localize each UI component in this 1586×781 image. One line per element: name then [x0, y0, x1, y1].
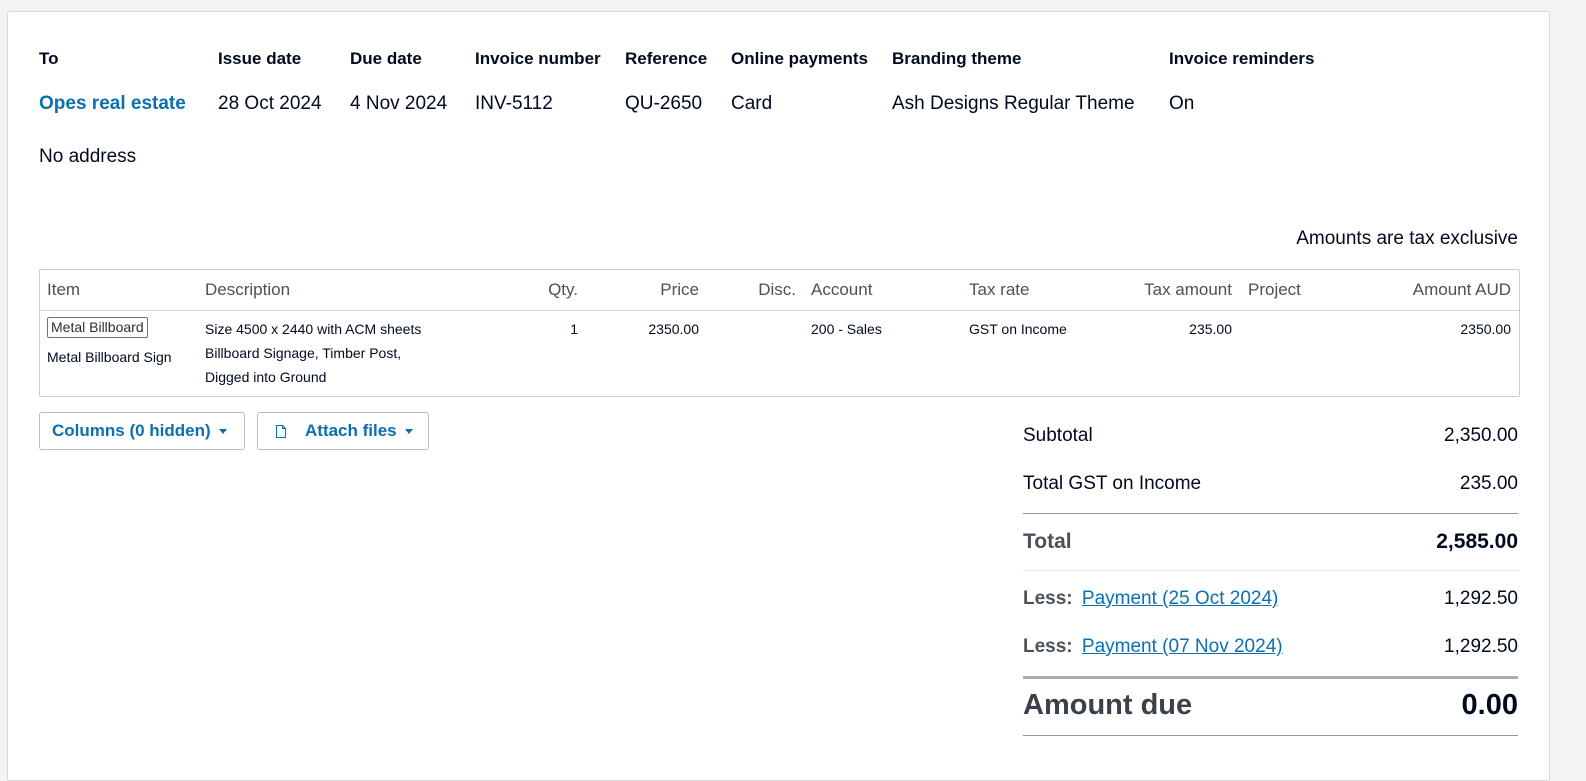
branding-theme-label: Branding theme — [892, 49, 1022, 68]
col-qty: Qty. — [548, 280, 578, 299]
invoice-reminders-value: On — [1169, 93, 1195, 114]
payment-link[interactable]: Payment (25 Oct 2024) — [1082, 588, 1278, 609]
branding-theme-value: Ash Designs Regular Theme — [892, 93, 1135, 114]
address-text: No address — [39, 146, 137, 167]
amount-due-value: 0.00 — [1461, 689, 1518, 721]
qty-cell[interactable]: 1 — [570, 317, 578, 341]
file-icon — [276, 424, 286, 438]
col-amount: Amount AUD — [1412, 280, 1511, 299]
account-cell[interactable]: 200 - Sales — [811, 317, 882, 341]
reference-value: QU-2650 — [625, 93, 703, 114]
invoice-number-label: Invoice number — [475, 49, 601, 68]
online-payments-label: Online payments — [731, 49, 868, 68]
amount-due-underline — [1023, 735, 1518, 736]
invoice-reminders-label: Invoice reminders — [1169, 49, 1315, 68]
total-divider — [1023, 513, 1518, 514]
item-name: Metal Billboard Sign — [47, 349, 172, 365]
payment-link[interactable]: Payment (07 Nov 2024) — [1082, 636, 1283, 657]
item-code-field[interactable]: Metal Billboard — [47, 317, 148, 338]
to-label: To — [39, 49, 59, 68]
gst-value: 235.00 — [1459, 473, 1518, 494]
payment-value: 1,292.50 — [1444, 588, 1518, 609]
table-header-row: Item Description Qty. Price Disc. Accoun… — [40, 270, 1519, 311]
price-cell[interactable]: 2350.00 — [648, 317, 699, 341]
attach-files-button[interactable]: Attach files — [257, 412, 429, 450]
description-line: Size 4500 x 2440 with ACM sheets — [205, 321, 422, 337]
columns-button-label: Columns (0 hidden) — [52, 421, 211, 440]
col-project: Project — [1248, 280, 1301, 299]
col-price: Price — [660, 280, 699, 299]
less-label: Less: — [1023, 636, 1073, 657]
col-disc: Disc. — [758, 280, 796, 299]
invoice-number-value: INV-5112 — [475, 93, 553, 114]
issue-date-label: Issue date — [218, 49, 302, 68]
col-account: Account — [811, 280, 873, 299]
total-label: Total — [1023, 530, 1072, 553]
total-value: 2,585.00 — [1436, 530, 1518, 553]
col-tax-amount: Tax amount — [1144, 280, 1232, 299]
col-item: Item — [47, 280, 81, 299]
contact-link[interactable]: Opes real estate — [39, 93, 186, 115]
col-tax-rate: Tax rate — [969, 280, 1030, 299]
amount-due-label: Amount due — [1023, 689, 1193, 721]
tax-rate-cell[interactable]: GST on Income — [969, 317, 1067, 341]
line-items-table: Item Description Qty. Price Disc. Accoun… — [39, 269, 1520, 397]
description-line: Digged into Ground — [205, 369, 327, 385]
payment-value: 1,292.50 — [1444, 636, 1518, 657]
attach-files-label: Attach files — [305, 421, 397, 440]
caret-down-icon — [218, 428, 227, 434]
tax-mode-text: Amounts are tax exclusive — [1296, 228, 1518, 249]
subtotal-label: Subtotal — [1023, 425, 1093, 446]
description-cell[interactable]: Size 4500 x 2440 with ACM sheets Billboa… — [205, 317, 421, 389]
col-description: Description — [205, 280, 291, 299]
less-label: Less: — [1023, 588, 1073, 609]
reference-label: Reference — [625, 49, 708, 68]
description-line: Billboard Signage, Timber Post, — [205, 345, 402, 361]
gst-label: Total GST on Income — [1023, 473, 1202, 494]
due-date-label: Due date — [350, 49, 422, 68]
divider — [1023, 570, 1518, 571]
caret-down-icon — [404, 428, 413, 434]
online-payments-value: Card — [731, 93, 773, 114]
amount-cell: 2350.00 — [1460, 321, 1511, 337]
tax-amount-cell: 235.00 — [1189, 321, 1232, 337]
columns-button[interactable]: Columns (0 hidden) — [39, 412, 245, 450]
due-date-value: 4 Nov 2024 — [350, 93, 448, 114]
subtotal-value: 2,350.00 — [1444, 425, 1518, 446]
amount-due-divider — [1023, 676, 1518, 679]
issue-date-value: 28 Oct 2024 — [218, 93, 322, 114]
